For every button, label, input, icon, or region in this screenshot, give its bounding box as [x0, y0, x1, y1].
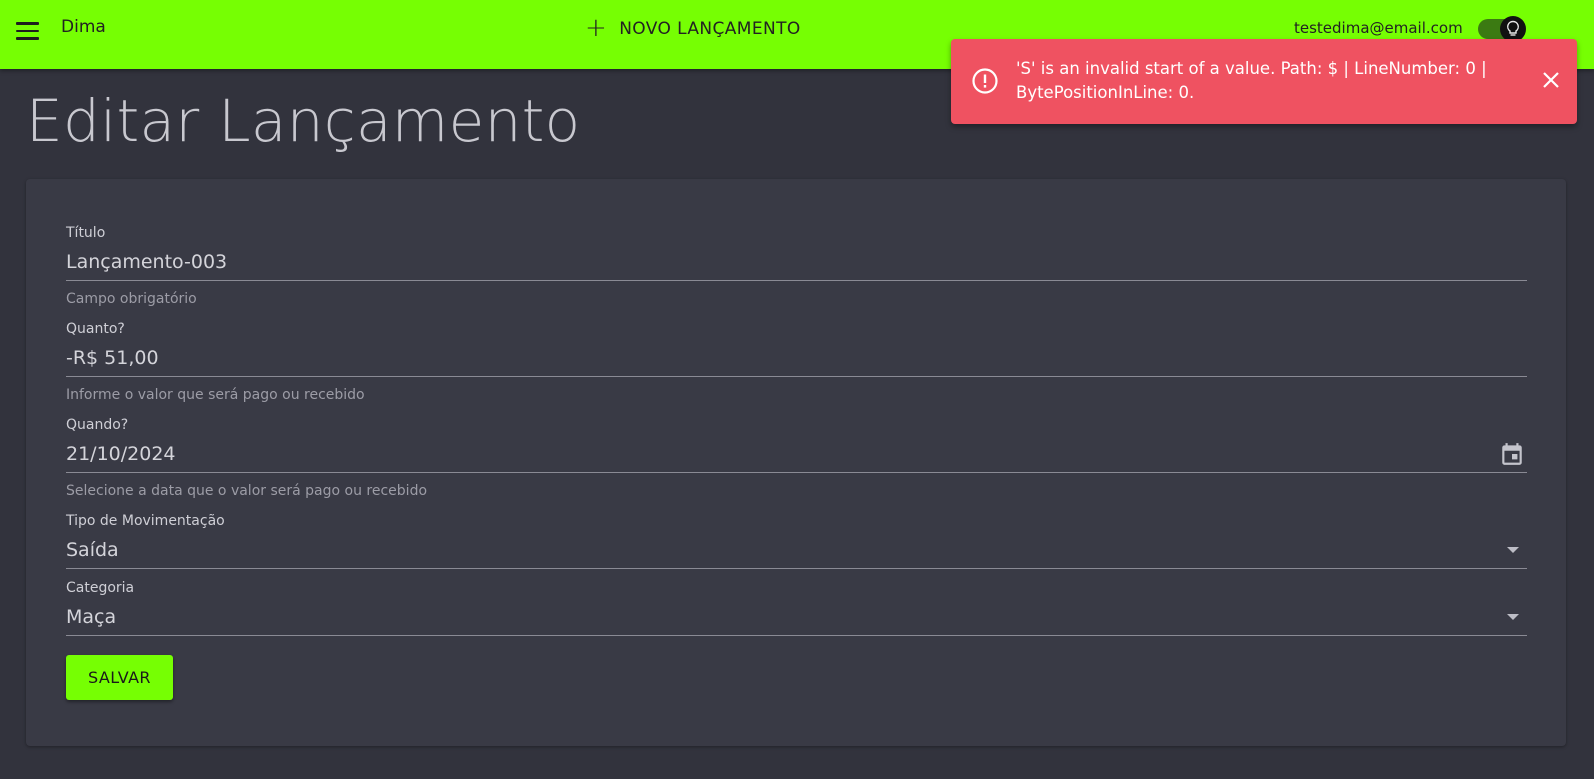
edit-form-card: Título Lançamento-003 Campo obrigatório …	[26, 179, 1566, 746]
brand-name[interactable]: Dima	[61, 17, 106, 37]
new-entry-label: NOVO LANÇAMENTO	[619, 19, 801, 39]
page-title: Editar Lançamento	[26, 87, 581, 155]
type-label: Tipo de Movimentação	[66, 513, 225, 529]
title-field: Título Lançamento-003 Campo obrigatório	[66, 225, 1527, 307]
type-field: Tipo de Movimentação Saída	[66, 513, 1527, 569]
amount-label: Quanto?	[66, 321, 125, 337]
dropdown-caret-icon[interactable]	[1507, 547, 1519, 553]
date-label: Quando?	[66, 417, 129, 433]
theme-toggle[interactable]	[1478, 16, 1526, 42]
category-selected-value: Maça	[66, 606, 117, 628]
close-icon[interactable]	[1541, 70, 1561, 94]
category-select[interactable]: Maça	[66, 604, 1527, 636]
main-content: Editar Lançamento Título Lançamento-003 …	[0, 69, 1594, 779]
error-message: 'S' is an invalid start of a value. Path…	[1016, 59, 1487, 102]
date-input[interactable]: 21/10/2024	[66, 443, 176, 465]
date-input-wrapper[interactable]: 21/10/2024	[66, 441, 1527, 473]
title-input[interactable]: Lançamento-003	[66, 249, 1527, 281]
amount-helper-text: Informe o valor que será pago ou recebid…	[66, 387, 365, 403]
type-selected-value: Saída	[66, 539, 119, 561]
title-helper-text: Campo obrigatório	[66, 291, 197, 307]
calendar-icon[interactable]	[1499, 441, 1525, 474]
date-helper-text: Selecione a data que o valor será pago o…	[66, 483, 428, 499]
plus-icon: +	[585, 12, 608, 43]
date-field: Quando? 21/10/2024 Selecione a data que …	[66, 417, 1527, 499]
error-circle-icon	[971, 67, 999, 99]
dropdown-caret-icon[interactable]	[1507, 614, 1519, 620]
menu-icon[interactable]	[16, 16, 46, 46]
amount-input[interactable]: -R$ 51,00	[66, 345, 1527, 377]
amount-field: Quanto? -R$ 51,00 Informe o valor que se…	[66, 321, 1527, 403]
category-field: Categoria Maça	[66, 580, 1527, 636]
save-button[interactable]: SALVAR	[66, 655, 173, 700]
category-label: Categoria	[66, 580, 135, 596]
error-toast: 'S' is an invalid start of a value. Path…	[951, 39, 1577, 124]
new-entry-button[interactable]: + NOVO LANÇAMENTO	[585, 14, 801, 44]
title-label: Título	[66, 225, 106, 241]
type-select[interactable]: Saída	[66, 537, 1527, 569]
user-email: testedima@email.com	[1294, 19, 1463, 37]
